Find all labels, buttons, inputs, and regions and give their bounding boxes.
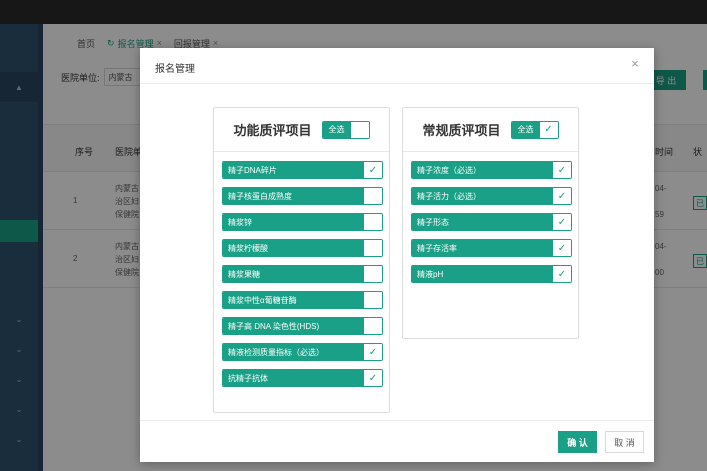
item-toggle[interactable]: 抗精子抗体 ✓ bbox=[222, 369, 383, 387]
item-label: 精子浓度（必选） bbox=[412, 162, 553, 178]
item-label: 精子DNA碎片 bbox=[223, 162, 364, 178]
item-toggle[interactable]: 精子存活率 ✓ bbox=[411, 239, 572, 257]
check-icon: ✓ bbox=[364, 162, 382, 178]
check-icon: ✓ bbox=[553, 214, 571, 230]
panel-title: 常规质评项目 bbox=[422, 123, 501, 138]
modal-footer: 确 认 取 消 bbox=[140, 420, 654, 462]
check-icon: ✓ bbox=[553, 266, 571, 282]
panel-title: 功能质评项目 bbox=[233, 123, 312, 138]
item-toggle[interactable]: 精浆锌 bbox=[222, 213, 383, 231]
check-icon bbox=[364, 188, 382, 204]
item-toggle[interactable]: 精浆果糖 bbox=[222, 265, 383, 283]
check-icon: ✓ bbox=[364, 344, 382, 360]
item-label: 精浆中性α葡糖苷酶 bbox=[223, 292, 364, 308]
functional-panel: 功能质评项目 全选 精子DNA碎片 ✓ 精子核蛋白成熟度 精浆锌 精浆柠檬酸 精浆果糖 精浆… bbox=[213, 107, 390, 413]
item-label: 精浆果糖 bbox=[223, 266, 364, 282]
registration-modal: 报名管理 × 功能质评项目 全选 精子DNA碎片 ✓ 精子核蛋白成熟度 精浆锌 精浆柠檬… bbox=[140, 48, 654, 462]
select-all-toggle[interactable]: 全选 bbox=[321, 120, 370, 139]
routine-panel: 常规质评项目 全选 ✓ 精子浓度（必选） ✓ 精子活力（必选） ✓ 精子形态 ✓ 精子存活率… bbox=[402, 107, 579, 339]
item-label: 抗精子抗体 bbox=[223, 370, 364, 386]
item-label: 精液pH bbox=[412, 266, 553, 282]
item-label: 精子形态 bbox=[412, 214, 553, 230]
item-toggle[interactable]: 精子形态 ✓ bbox=[411, 213, 572, 231]
item-label: 精浆柠檬酸 bbox=[223, 240, 364, 256]
item-toggle[interactable]: 精子浓度（必选） ✓ bbox=[411, 161, 572, 179]
check-icon: ✓ bbox=[364, 370, 382, 386]
panel-header: 功能质评项目 全选 bbox=[214, 108, 389, 152]
check-icon bbox=[364, 214, 382, 230]
item-toggle[interactable]: 精浆中性α葡糖苷酶 bbox=[222, 291, 383, 309]
item-toggle[interactable]: 精液检测质量指标（必选） ✓ bbox=[222, 343, 383, 361]
check-icon bbox=[364, 240, 382, 256]
panel-header: 常规质评项目 全选 ✓ bbox=[403, 108, 578, 152]
check-icon: ✓ bbox=[539, 121, 558, 138]
check-icon: ✓ bbox=[553, 240, 571, 256]
check-icon bbox=[364, 292, 382, 308]
item-toggle[interactable]: 精子DNA碎片 ✓ bbox=[222, 161, 383, 179]
item-label: 精子核蛋白成熟度 bbox=[223, 188, 364, 204]
item-toggle[interactable]: 精子核蛋白成熟度 bbox=[222, 187, 383, 205]
item-toggle[interactable]: 精液pH ✓ bbox=[411, 265, 572, 283]
item-label: 精子高 DNA 染色性(HDS) bbox=[223, 318, 364, 334]
item-label: 精子活力（必选） bbox=[412, 188, 553, 204]
close-icon[interactable]: × bbox=[627, 56, 643, 74]
confirm-button[interactable]: 确 认 bbox=[558, 431, 597, 453]
check-icon: ✓ bbox=[553, 162, 571, 178]
modal-title: 报名管理 bbox=[155, 64, 195, 75]
item-label: 精浆锌 bbox=[223, 214, 364, 230]
item-label: 精子存活率 bbox=[412, 240, 553, 256]
select-all-toggle[interactable]: 全选 ✓ bbox=[510, 120, 559, 139]
cancel-button[interactable]: 取 消 bbox=[605, 431, 644, 453]
select-all-label: 全选 bbox=[322, 121, 351, 138]
item-toggle[interactable]: 精子高 DNA 染色性(HDS) bbox=[222, 317, 383, 335]
item-toggle[interactable]: 精浆柠檬酸 bbox=[222, 239, 383, 257]
check-icon bbox=[364, 318, 382, 334]
functional-item-list: 精子DNA碎片 ✓ 精子核蛋白成熟度 精浆锌 精浆柠檬酸 精浆果糖 精浆中性α葡糖苷酶 精子高… bbox=[222, 161, 383, 395]
routine-item-list: 精子浓度（必选） ✓ 精子活力（必选） ✓ 精子形态 ✓ 精子存活率 ✓ 精液pH ✓ bbox=[411, 161, 572, 291]
check-icon: ✓ bbox=[553, 188, 571, 204]
item-toggle[interactable]: 精子活力（必选） ✓ bbox=[411, 187, 572, 205]
check-icon bbox=[364, 266, 382, 282]
modal-header: 报名管理 × bbox=[140, 48, 654, 84]
check-icon bbox=[350, 121, 369, 138]
item-label: 精液检测质量指标（必选） bbox=[223, 344, 364, 360]
select-all-label: 全选 bbox=[511, 121, 540, 138]
